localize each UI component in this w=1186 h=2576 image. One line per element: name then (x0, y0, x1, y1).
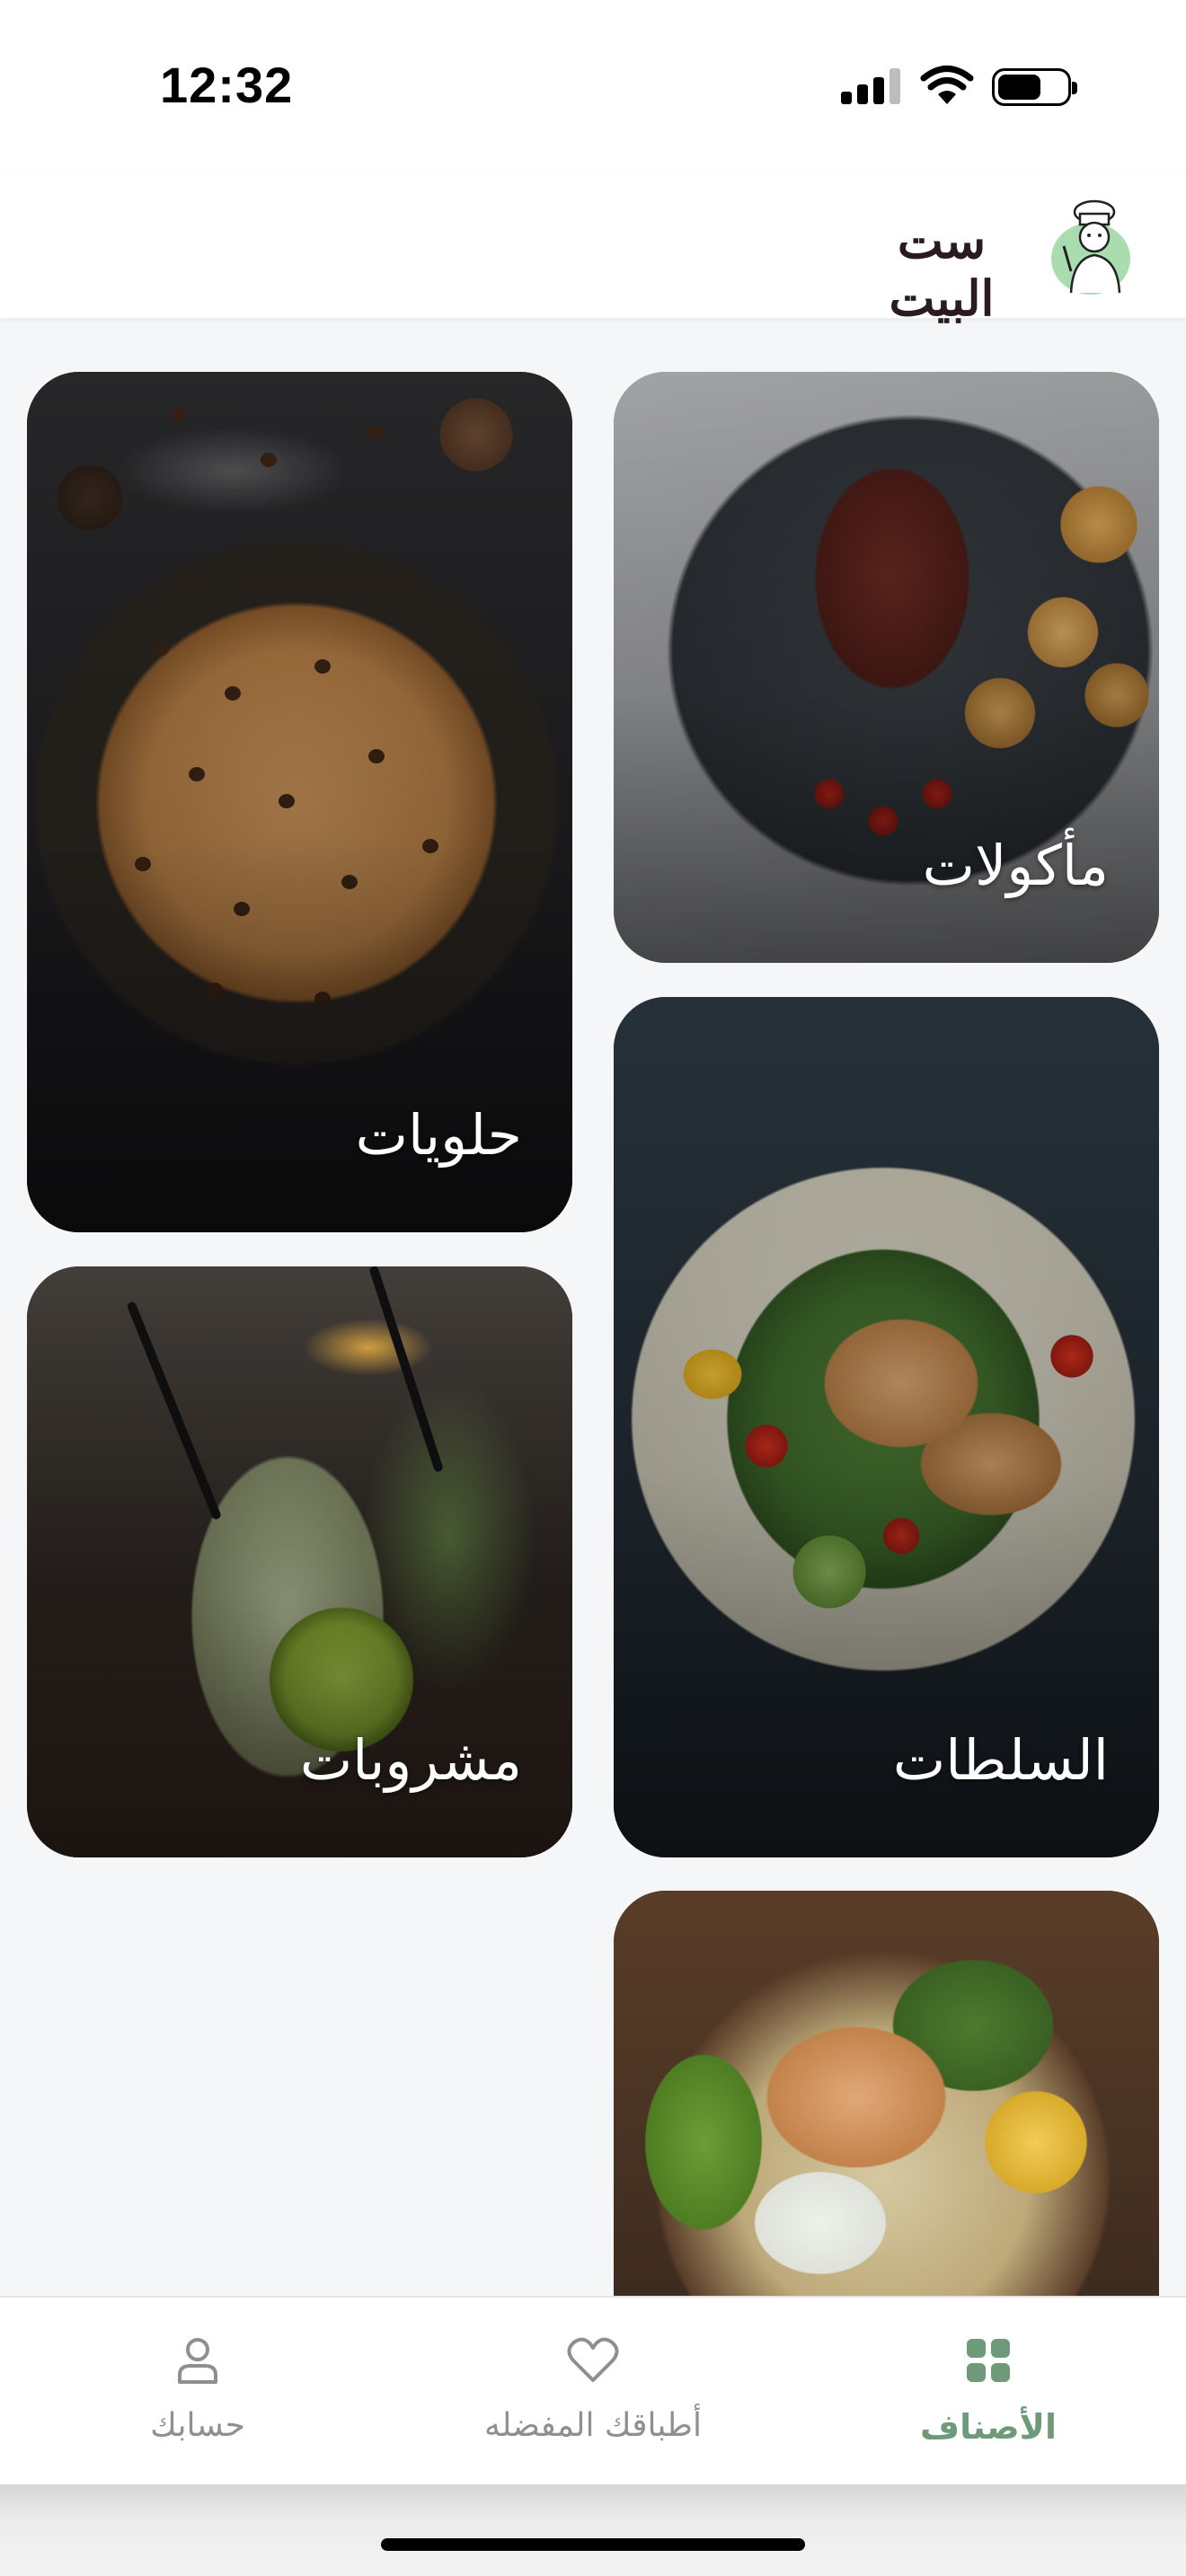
battery-icon (992, 68, 1077, 106)
status-bar: 12:32 (0, 0, 1186, 171)
home-indicator[interactable] (381, 2538, 805, 2551)
tab-account[interactable]: حسابك (0, 2298, 395, 2486)
tab-favorites[interactable]: أطباقك المفضله (395, 2298, 791, 2486)
status-time: 12:32 (160, 57, 294, 113)
category-label: حلويات (355, 1102, 522, 1168)
category-label: مشروبات (299, 1727, 522, 1793)
grid-icon (967, 2339, 1010, 2382)
chicken-bowl-image (614, 1891, 1159, 2340)
category-card-drinks[interactable]: مشروبات (27, 1266, 572, 1857)
user-icon (178, 2338, 217, 2384)
category-card-desserts[interactable]: حلويات (27, 372, 572, 1232)
brand-name: ست البيت (889, 212, 995, 327)
category-card-meals[interactable]: مأكولات (614, 372, 1159, 963)
category-card-salads[interactable]: السلطات (614, 997, 1159, 1857)
tab-categories[interactable]: الأصناف (791, 2298, 1186, 2486)
tab-label: حسابك (150, 2407, 245, 2444)
category-label: مأكولات (922, 833, 1109, 898)
category-label: السلطات (892, 1727, 1109, 1793)
heart-icon (567, 2337, 619, 2382)
cellular-signal-icon (841, 68, 900, 104)
app-header: ست البيت (0, 171, 1186, 327)
bottom-tab-bar: الأصناف أطباقك المفضله حسابك (0, 2296, 1186, 2484)
chef-icon (1051, 199, 1130, 295)
wifi-icon (920, 66, 974, 104)
tab-label: الأصناف (920, 2407, 1057, 2447)
tab-label: أطباقك المفضله (484, 2407, 702, 2444)
category-card-bowl[interactable] (614, 1891, 1159, 2340)
